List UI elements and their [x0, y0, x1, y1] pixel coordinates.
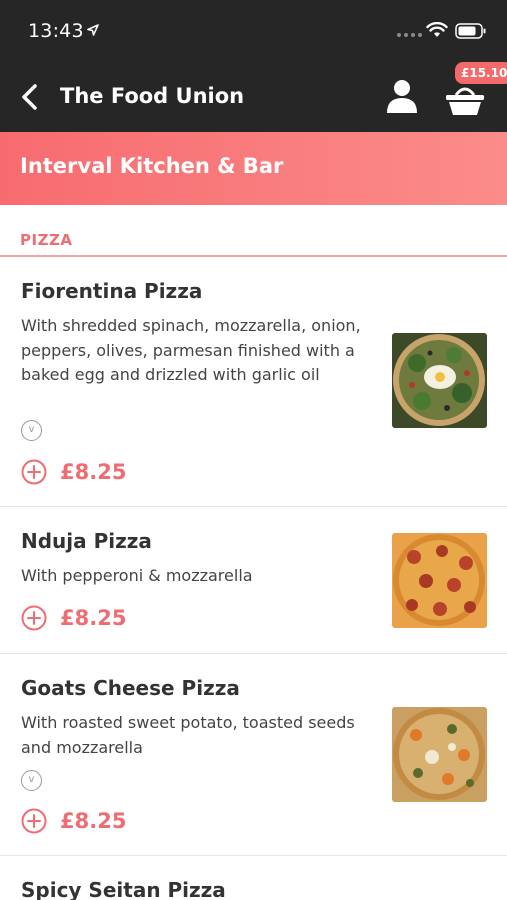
item-price: £8.25 — [60, 606, 127, 630]
vegetarian-icon: v — [21, 420, 42, 441]
add-to-basket-icon[interactable] — [21, 459, 47, 485]
app-header: 13:43 The Food Union — [0, 0, 507, 132]
item-description: With roasted sweet potato, toasted seeds… — [21, 713, 355, 757]
status-bar: 13:43 — [0, 0, 507, 60]
item-description: With shredded spinach, mozzarella, onion… — [21, 316, 361, 384]
basket-icon[interactable] — [444, 82, 486, 116]
vegetarian-icon: v — [21, 770, 42, 791]
restaurant-banner: Interval Kitchen & Bar — [0, 132, 507, 205]
add-to-basket-icon[interactable] — [21, 605, 47, 631]
item-name: Fiorentina Pizza — [21, 279, 203, 303]
nduja-pizza-image — [392, 533, 487, 628]
menu-item-fiorentina[interactable]: Fiorentina Pizza With shredded spinach, … — [0, 257, 507, 507]
restaurant-name: Interval Kitchen & Bar — [20, 154, 284, 178]
status-time: 13:43 — [28, 20, 84, 42]
nav-bar: The Food Union — [0, 60, 507, 132]
item-price: £8.25 — [60, 809, 127, 833]
signal-dots-icon — [397, 33, 422, 37]
back-chevron-icon[interactable] — [18, 82, 44, 112]
menu-item-nduja[interactable]: Nduja Pizza With pepperoni & mozzarella … — [0, 507, 507, 654]
item-name: Spicy Seitan Pizza — [21, 878, 226, 900]
item-description: With pepperoni & mozzarella — [21, 566, 253, 585]
menu-item-spicy-seitan[interactable]: Spicy Seitan Pizza — [0, 856, 507, 900]
item-name: Goats Cheese Pizza — [21, 676, 240, 700]
page-title: The Food Union — [60, 84, 245, 108]
item-price: £8.25 — [60, 460, 127, 484]
user-account-icon[interactable] — [385, 78, 419, 114]
location-arrow-icon — [87, 24, 99, 36]
section-title: PIZZA — [20, 231, 73, 249]
goats-cheese-pizza-image — [392, 707, 487, 802]
fiorentina-pizza-image — [392, 333, 487, 428]
cart-total-badge[interactable]: £15.10 — [455, 62, 507, 84]
wifi-icon — [426, 22, 448, 37]
add-to-basket-icon[interactable] — [21, 808, 47, 834]
battery-icon — [455, 23, 486, 39]
menu-section-header: PIZZA — [0, 205, 507, 257]
menu-item-goats-cheese[interactable]: Goats Cheese Pizza With roasted sweet po… — [0, 654, 507, 856]
item-name: Nduja Pizza — [21, 529, 152, 553]
